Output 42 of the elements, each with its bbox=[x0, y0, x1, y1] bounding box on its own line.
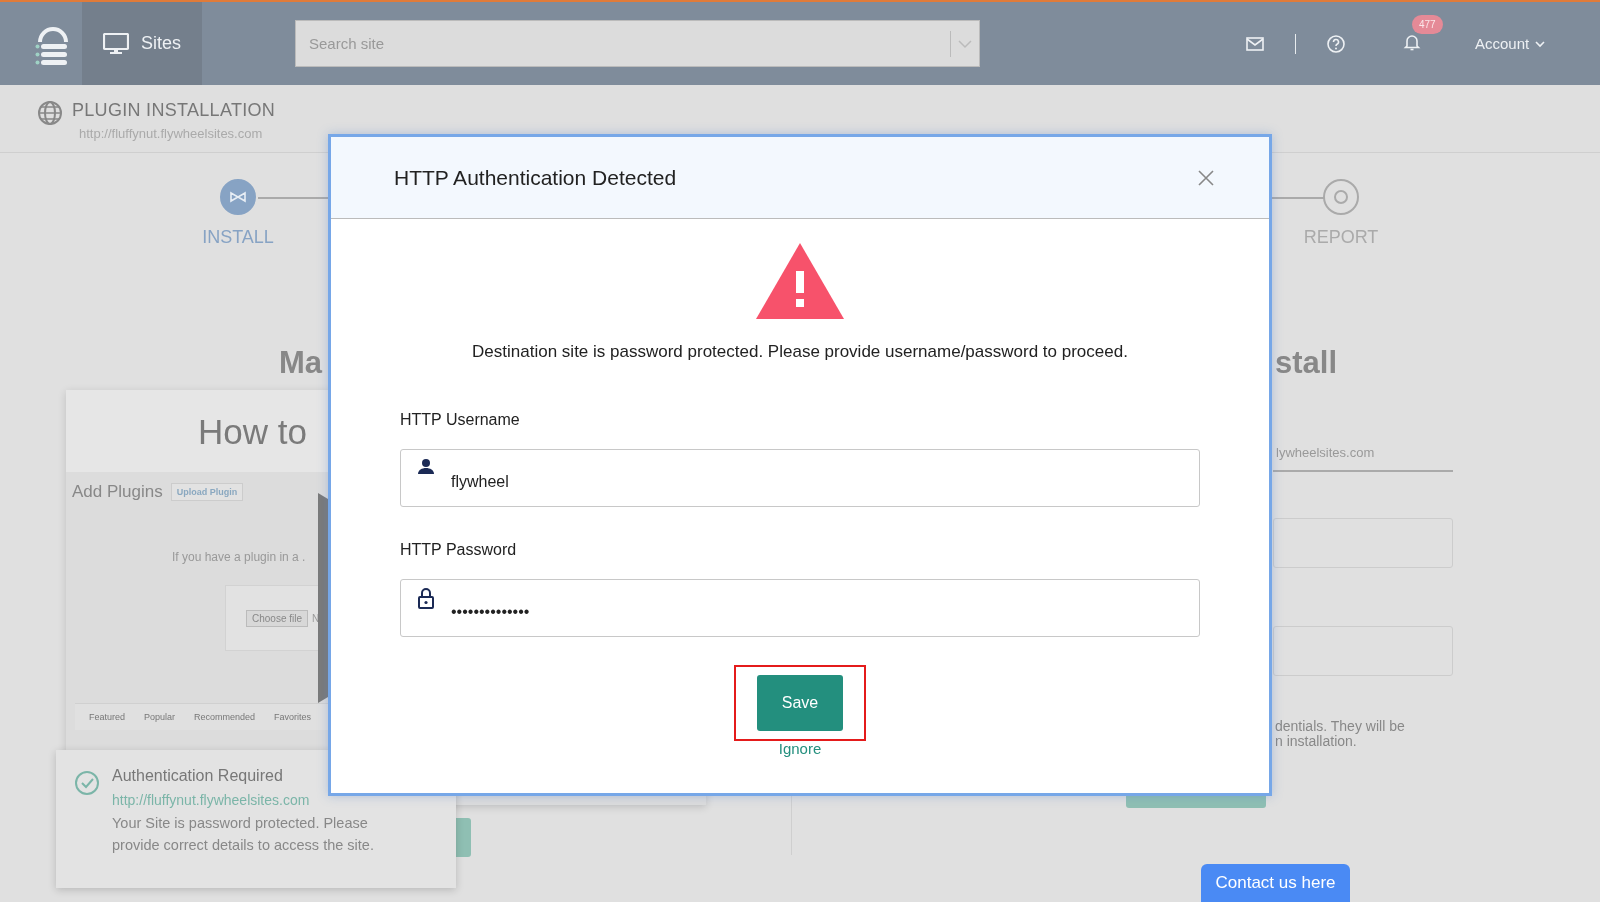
tab-label: Recommended bbox=[194, 712, 256, 722]
input-field[interactable] bbox=[1273, 518, 1453, 568]
screen-title: Add Plugins bbox=[72, 482, 163, 502]
note-text: n installation. bbox=[1275, 734, 1357, 749]
toast-message: Your Site is password protected. Please provide correct details to access the site. bbox=[112, 814, 375, 855]
upload-hint: If you have a plugin in a . bbox=[172, 550, 306, 564]
check-circle-icon bbox=[74, 770, 100, 796]
video-title: How to bbox=[197, 411, 307, 452]
search-field[interactable]: Search site bbox=[295, 20, 980, 67]
close-icon[interactable] bbox=[1197, 168, 1215, 187]
field-label: HTTP Password bbox=[400, 541, 518, 559]
page-title: PLUGIN INSTALLATION bbox=[72, 100, 276, 121]
warning-icon bbox=[754, 241, 846, 321]
account-menu[interactable]: Account bbox=[1469, 34, 1552, 53]
sites-tab[interactable]: Sites bbox=[82, 2, 202, 85]
field-label: HTTP Username bbox=[400, 411, 521, 429]
notification-badge: 477 bbox=[1412, 14, 1443, 34]
chevron-down-icon bbox=[1535, 39, 1546, 48]
note-text: dentials. They will be bbox=[1275, 719, 1406, 734]
tab-label: Featured bbox=[89, 712, 126, 722]
upload-plugin-button: Upload Plugin bbox=[170, 483, 244, 501]
tab-label: Popular bbox=[144, 712, 176, 722]
section-heading: stall bbox=[1275, 345, 1338, 382]
tab-label: Favorites bbox=[274, 712, 312, 722]
dialog-message: Destination site is password protected. Please provide username/password to proceed. bbox=[472, 342, 1128, 362]
dialog-title: HTTP Authentication Detected bbox=[394, 165, 678, 190]
monitor-icon bbox=[103, 32, 129, 55]
input-field[interactable]: •••••••••••••• bbox=[400, 579, 1200, 637]
url-text: lywheelsites.com bbox=[1276, 445, 1375, 460]
help-icon[interactable] bbox=[1326, 33, 1346, 54]
lock-icon bbox=[417, 587, 435, 609]
input-field[interactable] bbox=[1273, 626, 1453, 676]
save-button[interactable]: Save bbox=[757, 675, 843, 731]
toast-title: Authentication Required bbox=[112, 767, 284, 785]
globe-icon bbox=[37, 100, 63, 126]
contact-button[interactable]: Contact us here bbox=[1201, 864, 1350, 902]
choose-file-button: Choose file bbox=[246, 609, 309, 627]
file-status: N bbox=[312, 612, 320, 624]
step-label: INSTALL bbox=[202, 227, 274, 248]
input-field[interactable]: flywheel bbox=[400, 449, 1200, 507]
ignore-link[interactable]: Ignore bbox=[778, 740, 822, 757]
section-heading: Ma bbox=[279, 345, 323, 382]
